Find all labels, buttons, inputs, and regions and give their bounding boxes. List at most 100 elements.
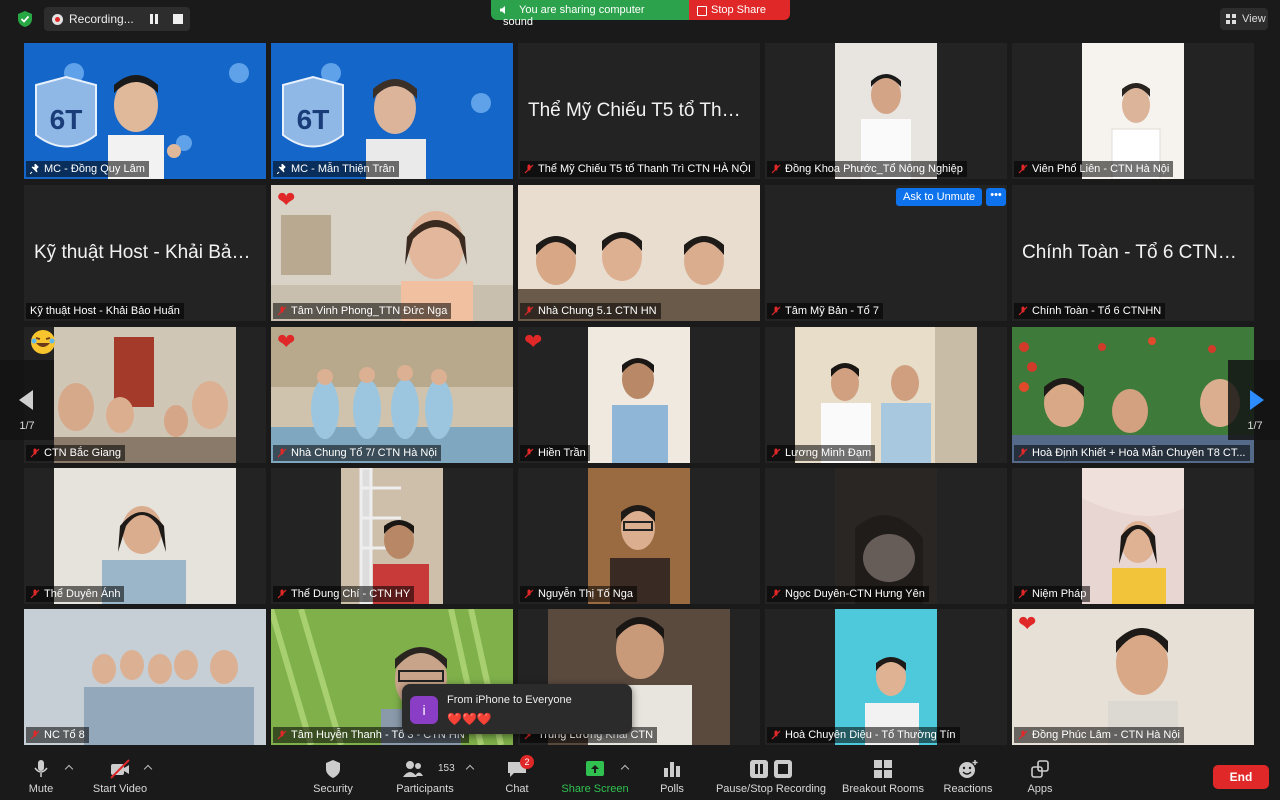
participant-name: Hoà Chuyên Diệu - Tổ Thường Tín — [785, 729, 956, 741]
chevron-up-icon[interactable] — [64, 764, 74, 774]
chevron-up-icon[interactable] — [465, 764, 475, 774]
chat-sender: From iPhone to Everyone — [447, 694, 572, 706]
video-tile[interactable]: 6T MC - Đồng Quy Lâm — [24, 43, 266, 179]
participant-name-label: Đồng Phúc Lâm - CTN Hà Nội — [1014, 727, 1184, 743]
participant-name-label: Niệm Pháp — [1014, 586, 1091, 602]
video-tile[interactable]: Nguyễn Thị Tố Nga — [518, 468, 760, 604]
top-bar: Recording... You are sharing computer so… — [0, 0, 1280, 40]
reactions-button[interactable]: Reactions — [940, 752, 996, 800]
mute-button[interactable]: Mute — [16, 752, 66, 800]
stop-share-button[interactable]: Stop Share — [689, 0, 790, 20]
participant-name-label: CTN Bắc Giang — [26, 445, 126, 461]
video-off-icon — [110, 759, 130, 779]
video-tile[interactable]: Lương Minh Đạm — [765, 327, 1007, 463]
recording-dot-icon — [52, 13, 63, 25]
participant-name-label: Viên Phổ Liên - CTN Hà Nội — [1014, 161, 1174, 177]
participant-name-label: Ngọc Duyên-CTN Hưng Yên — [767, 586, 929, 602]
muted-mic-icon — [1018, 306, 1028, 316]
security-button[interactable]: Security — [306, 752, 360, 800]
polls-button[interactable]: Polls — [652, 752, 692, 800]
video-feed — [835, 43, 937, 179]
video-tile[interactable]: Ngọc Duyên-CTN Hưng Yên — [765, 468, 1007, 604]
apps-label: Apps — [1027, 783, 1053, 795]
video-tile[interactable]: CTN Bắc Giang — [24, 327, 266, 463]
video-tile[interactable]: Chính Toàn - Tổ 6 CTNHN Chính Toàn - Tổ … — [1012, 185, 1254, 321]
chat-notification[interactable]: i From iPhone to Everyone ❤️❤️❤️ — [402, 684, 632, 734]
video-tile[interactable]: ❤ Hiền Trần — [518, 327, 760, 463]
video-feed — [1012, 327, 1254, 463]
participants-count: 153 — [438, 763, 455, 774]
video-feed — [588, 327, 690, 463]
end-meeting-button[interactable]: End — [1213, 765, 1269, 789]
share-screen-button[interactable]: Share Screen — [556, 752, 634, 800]
participant-name-label: Thể Mỹ Chiếu T5 tổ Thanh Trì CTN HÀ NỘI — [520, 161, 755, 177]
shield-icon — [326, 760, 340, 778]
more-options-button[interactable]: ••• — [986, 188, 1006, 206]
video-tile[interactable]: Niệm Pháp — [1012, 468, 1254, 604]
polls-icon — [664, 762, 680, 777]
video-tile[interactable]: 6T MC - Mẫn Thiện Trân — [271, 43, 513, 179]
participants-label: Participants — [396, 783, 454, 795]
heart-reaction-icon: ❤ — [524, 329, 543, 354]
video-feed: 6T — [271, 43, 513, 179]
muted-mic-icon — [771, 589, 781, 599]
video-tile[interactable]: Viên Phổ Liên - CTN Hà Nội — [1012, 43, 1254, 179]
video-tile[interactable]: NC Tổ 8 — [24, 609, 266, 745]
participant-name: Nhà Chung 5.1 CTN HN — [538, 305, 657, 317]
sender-avatar: i — [410, 696, 438, 724]
participant-display-name: Thể Mỹ Chiếu T5 tổ Thanh... — [528, 100, 760, 121]
video-tile[interactable]: Hoà Định Khiết + Hoà Mẫn Chuyên T8 CT... — [1012, 327, 1254, 463]
video-tile[interactable]: Nhà Chung 5.1 CTN HN — [518, 185, 760, 321]
breakout-rooms-button[interactable]: Breakout Rooms — [840, 752, 926, 800]
video-tile[interactable]: ❤ Đồng Phúc Lâm - CTN Hà Nội — [1012, 609, 1254, 745]
participant-name: Hoà Định Khiết + Hoà Mẫn Chuyên T8 CT... — [1032, 447, 1246, 459]
start-video-button[interactable]: Start Video — [88, 752, 152, 800]
microphone-icon — [34, 760, 48, 777]
participant-name: Đồng Khoa Phước_Tổ Nông Nghiệp — [785, 163, 963, 175]
stop-recording-icon[interactable] — [173, 14, 183, 24]
video-feed — [518, 185, 760, 321]
muted-mic-icon — [524, 164, 534, 174]
page-indicator: 1/7 — [1247, 420, 1263, 432]
pause-stop-recording-button[interactable]: Pause/Stop Recording — [714, 752, 828, 800]
next-page-button[interactable]: 1/7 — [1228, 360, 1280, 440]
chat-label: Chat — [505, 783, 529, 795]
participants-button[interactable]: Participants — [392, 752, 458, 800]
participant-name-label: Nhà Chung Tổ 7/ CTN Hà Nội — [273, 445, 441, 461]
pause-recording-icon[interactable] — [150, 14, 158, 24]
video-tile[interactable]: ❤ Nhà Chung Tổ 7/ CTN Hà Nội — [271, 327, 513, 463]
video-feed — [24, 609, 266, 745]
view-button[interactable]: View — [1220, 8, 1268, 30]
zoom-meeting-window: Recording... You are sharing computer so… — [0, 0, 1280, 800]
page-indicator: 1/7 — [19, 420, 35, 432]
muted-mic-icon — [771, 306, 781, 316]
video-tile[interactable]: Thể Mỹ Chiếu T5 tổ Thanh... Thể Mỹ Chiếu… — [518, 43, 760, 179]
sharing-sound-text: You are sharing computer sound — [503, 4, 645, 28]
participant-name-label: Kỹ thuật Host - Khải Bảo Huấn — [26, 303, 184, 319]
speaker-icon — [500, 6, 505, 14]
video-feed — [271, 185, 513, 321]
video-tile[interactable]: Thể Duyên Ánh — [24, 468, 266, 604]
participant-name-label: MC - Đồng Quy Lâm — [26, 161, 149, 177]
video-tile[interactable]: ❤ Tâm Vinh Phong_TTN Đức Nga — [271, 185, 513, 321]
ask-to-unmute-button[interactable]: Ask to Unmute — [896, 188, 983, 206]
muted-mic-icon — [277, 306, 287, 316]
video-tile[interactable]: Kỹ thuật Host - Khải Bảo H... Kỹ thuật H… — [24, 185, 266, 321]
pause-stop-recording-label: Pause/Stop Recording — [715, 783, 827, 795]
participant-name: Thể Dung Chí - CTN HY — [291, 588, 411, 600]
video-tile[interactable]: Hoà Chuyên Diệu - Tổ Thường Tín — [765, 609, 1007, 745]
previous-page-button[interactable]: 1/7 — [0, 360, 54, 440]
video-tile[interactable]: Thể Dung Chí - CTN HY — [271, 468, 513, 604]
video-feed — [271, 327, 513, 463]
participant-name: Tâm Mỹ Bản - Tổ 7 — [785, 305, 879, 317]
apps-button[interactable]: Apps — [1018, 752, 1062, 800]
shield-check-icon[interactable] — [16, 10, 34, 28]
pin-icon — [30, 164, 39, 174]
video-tile[interactable]: Đồng Khoa Phước_Tổ Nông Nghiệp — [765, 43, 1007, 179]
video-feed: 6T — [24, 43, 266, 179]
participants-icon — [403, 761, 424, 777]
share-screen-icon — [586, 761, 604, 776]
participant-name-label: Nhà Chung 5.1 CTN HN — [520, 303, 661, 319]
muted-mic-icon — [277, 448, 287, 458]
muted-mic-icon — [524, 448, 534, 458]
